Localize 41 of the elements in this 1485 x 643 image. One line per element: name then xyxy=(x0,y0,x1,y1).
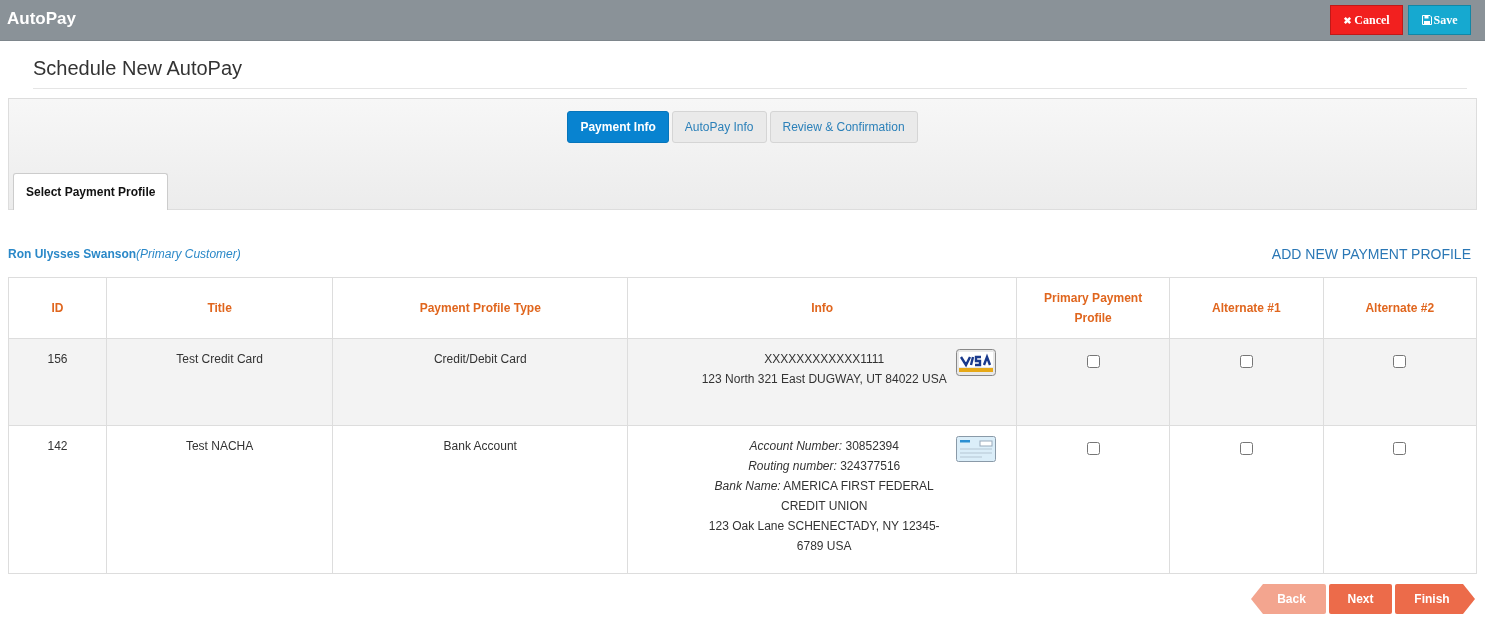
page-title: Schedule New AutoPay xyxy=(33,57,1467,89)
id-cell: 156 xyxy=(8,338,107,426)
profile-checkbox[interactable] xyxy=(1393,442,1407,455)
column-header: Alternate #2 xyxy=(1323,277,1477,339)
add-payment-profile-link[interactable]: ADD NEW PAYMENT PROFILE xyxy=(1271,246,1471,262)
column-header: Title xyxy=(106,277,333,339)
column-header: Info xyxy=(627,277,1017,339)
section-tab[interactable]: Select Payment Profile xyxy=(13,173,169,210)
profile-checkbox[interactable] xyxy=(1393,355,1407,368)
id-cell: 142 xyxy=(8,425,107,574)
type-cell: Bank Account xyxy=(332,425,628,574)
customer-name: Ron Ulysses Swanson(Primary Customer) xyxy=(8,247,241,261)
profile-checkbox[interactable] xyxy=(1239,442,1253,455)
visa-card-icon xyxy=(956,349,997,376)
info-text: Account Number: 30852394 xyxy=(748,438,900,455)
wizard-step-tab[interactable]: Review & Confirmation xyxy=(769,111,918,143)
info-text: 123 North 321 East DUGWAY, UT 84022 USA xyxy=(700,371,948,388)
next-button[interactable]: Next xyxy=(1329,584,1392,614)
cancel-button[interactable]: Cancel xyxy=(1330,5,1403,35)
check-icon xyxy=(956,436,997,462)
wizard-step-tab[interactable]: AutoPay Info xyxy=(671,111,767,143)
column-header: Primary Payment Profile xyxy=(1016,277,1170,339)
save-button[interactable]: Save xyxy=(1408,5,1471,35)
profile-checkbox[interactable] xyxy=(1086,442,1100,455)
wizard-step-tab[interactable]: Payment Info xyxy=(567,111,669,143)
column-header: Payment Profile Type xyxy=(332,277,628,339)
info-text: 123 Oak Lane SCHENECTADY, NY 12345-6789 USA xyxy=(707,518,941,555)
type-cell: Credit/Debit Card xyxy=(332,338,628,426)
info-text: XXXXXXXXXXXX1111 xyxy=(763,351,886,368)
title-cell: Test Credit Card xyxy=(106,338,333,426)
finish-button[interactable]: Finish xyxy=(1395,584,1475,614)
close-icon xyxy=(1343,15,1353,25)
app-title: AutoPay xyxy=(7,9,76,29)
info-text: Routing number: 324377516 xyxy=(747,458,902,475)
title-cell: Test NACHA xyxy=(106,425,333,574)
profile-checkbox[interactable] xyxy=(1239,355,1253,368)
column-header: ID xyxy=(8,277,107,339)
column-header: Alternate #1 xyxy=(1169,277,1324,339)
profile-checkbox[interactable] xyxy=(1086,355,1100,368)
info-text: Bank Name: AMERICA FIRST FEDERAL CREDIT UNION xyxy=(713,478,935,515)
save-icon xyxy=(1421,15,1432,25)
